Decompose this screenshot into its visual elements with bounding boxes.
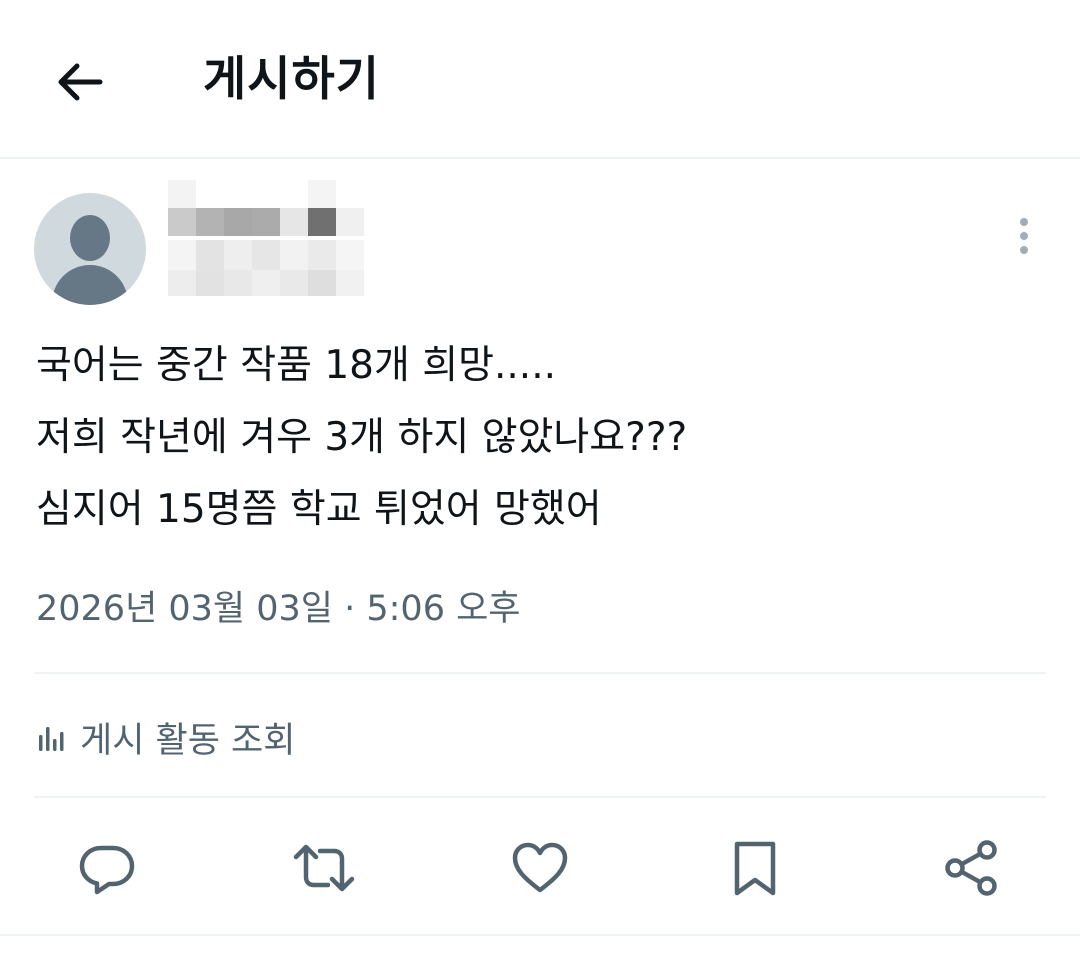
avatar-body xyxy=(52,265,128,305)
more-dots-icon xyxy=(1020,218,1028,226)
reply-icon xyxy=(79,845,135,895)
author-name-redacted[interactable] xyxy=(168,180,368,298)
arrow-left-icon xyxy=(58,63,103,101)
back-button[interactable] xyxy=(50,52,110,112)
repost-icon xyxy=(293,844,355,892)
top-bar: 게시하기 xyxy=(0,0,1080,158)
divider xyxy=(34,672,1046,674)
divider xyxy=(0,934,1080,936)
divider xyxy=(34,796,1046,798)
post-text: 국어는 중간 작품 18개 희망..... 저희 작년에 겨우 3개 하지 않았… xyxy=(36,330,687,546)
post-activity-label: 게시 활동 조회 xyxy=(80,720,296,761)
bookmark-icon xyxy=(734,841,776,896)
heart-icon xyxy=(512,842,568,893)
post-text-line: 저희 작년에 겨우 3개 하지 않았나요??? xyxy=(36,415,688,460)
share-button[interactable] xyxy=(939,836,1003,900)
share-icon xyxy=(945,840,997,896)
analytics-icon xyxy=(39,727,64,751)
avatar-head xyxy=(70,215,110,261)
bookmark-button[interactable] xyxy=(723,836,787,900)
header-divider xyxy=(0,157,1080,159)
avatar[interactable] xyxy=(34,193,146,305)
post-text-line: 심지어 15명쯤 학교 튀었어 망했어 xyxy=(36,487,602,532)
like-button[interactable] xyxy=(508,836,572,900)
post-activity-link[interactable]: 게시 활동 조회 xyxy=(36,712,295,762)
more-options-button[interactable] xyxy=(1012,218,1036,260)
page-title: 게시하기 xyxy=(203,52,380,107)
post-timestamp: 2026년 03월 03일 · 5:06 오후 xyxy=(36,589,521,629)
repost-button[interactable] xyxy=(292,836,356,900)
reply-button[interactable] xyxy=(75,836,139,900)
post-text-line: 국어는 중간 작품 18개 희망..... xyxy=(36,343,556,388)
